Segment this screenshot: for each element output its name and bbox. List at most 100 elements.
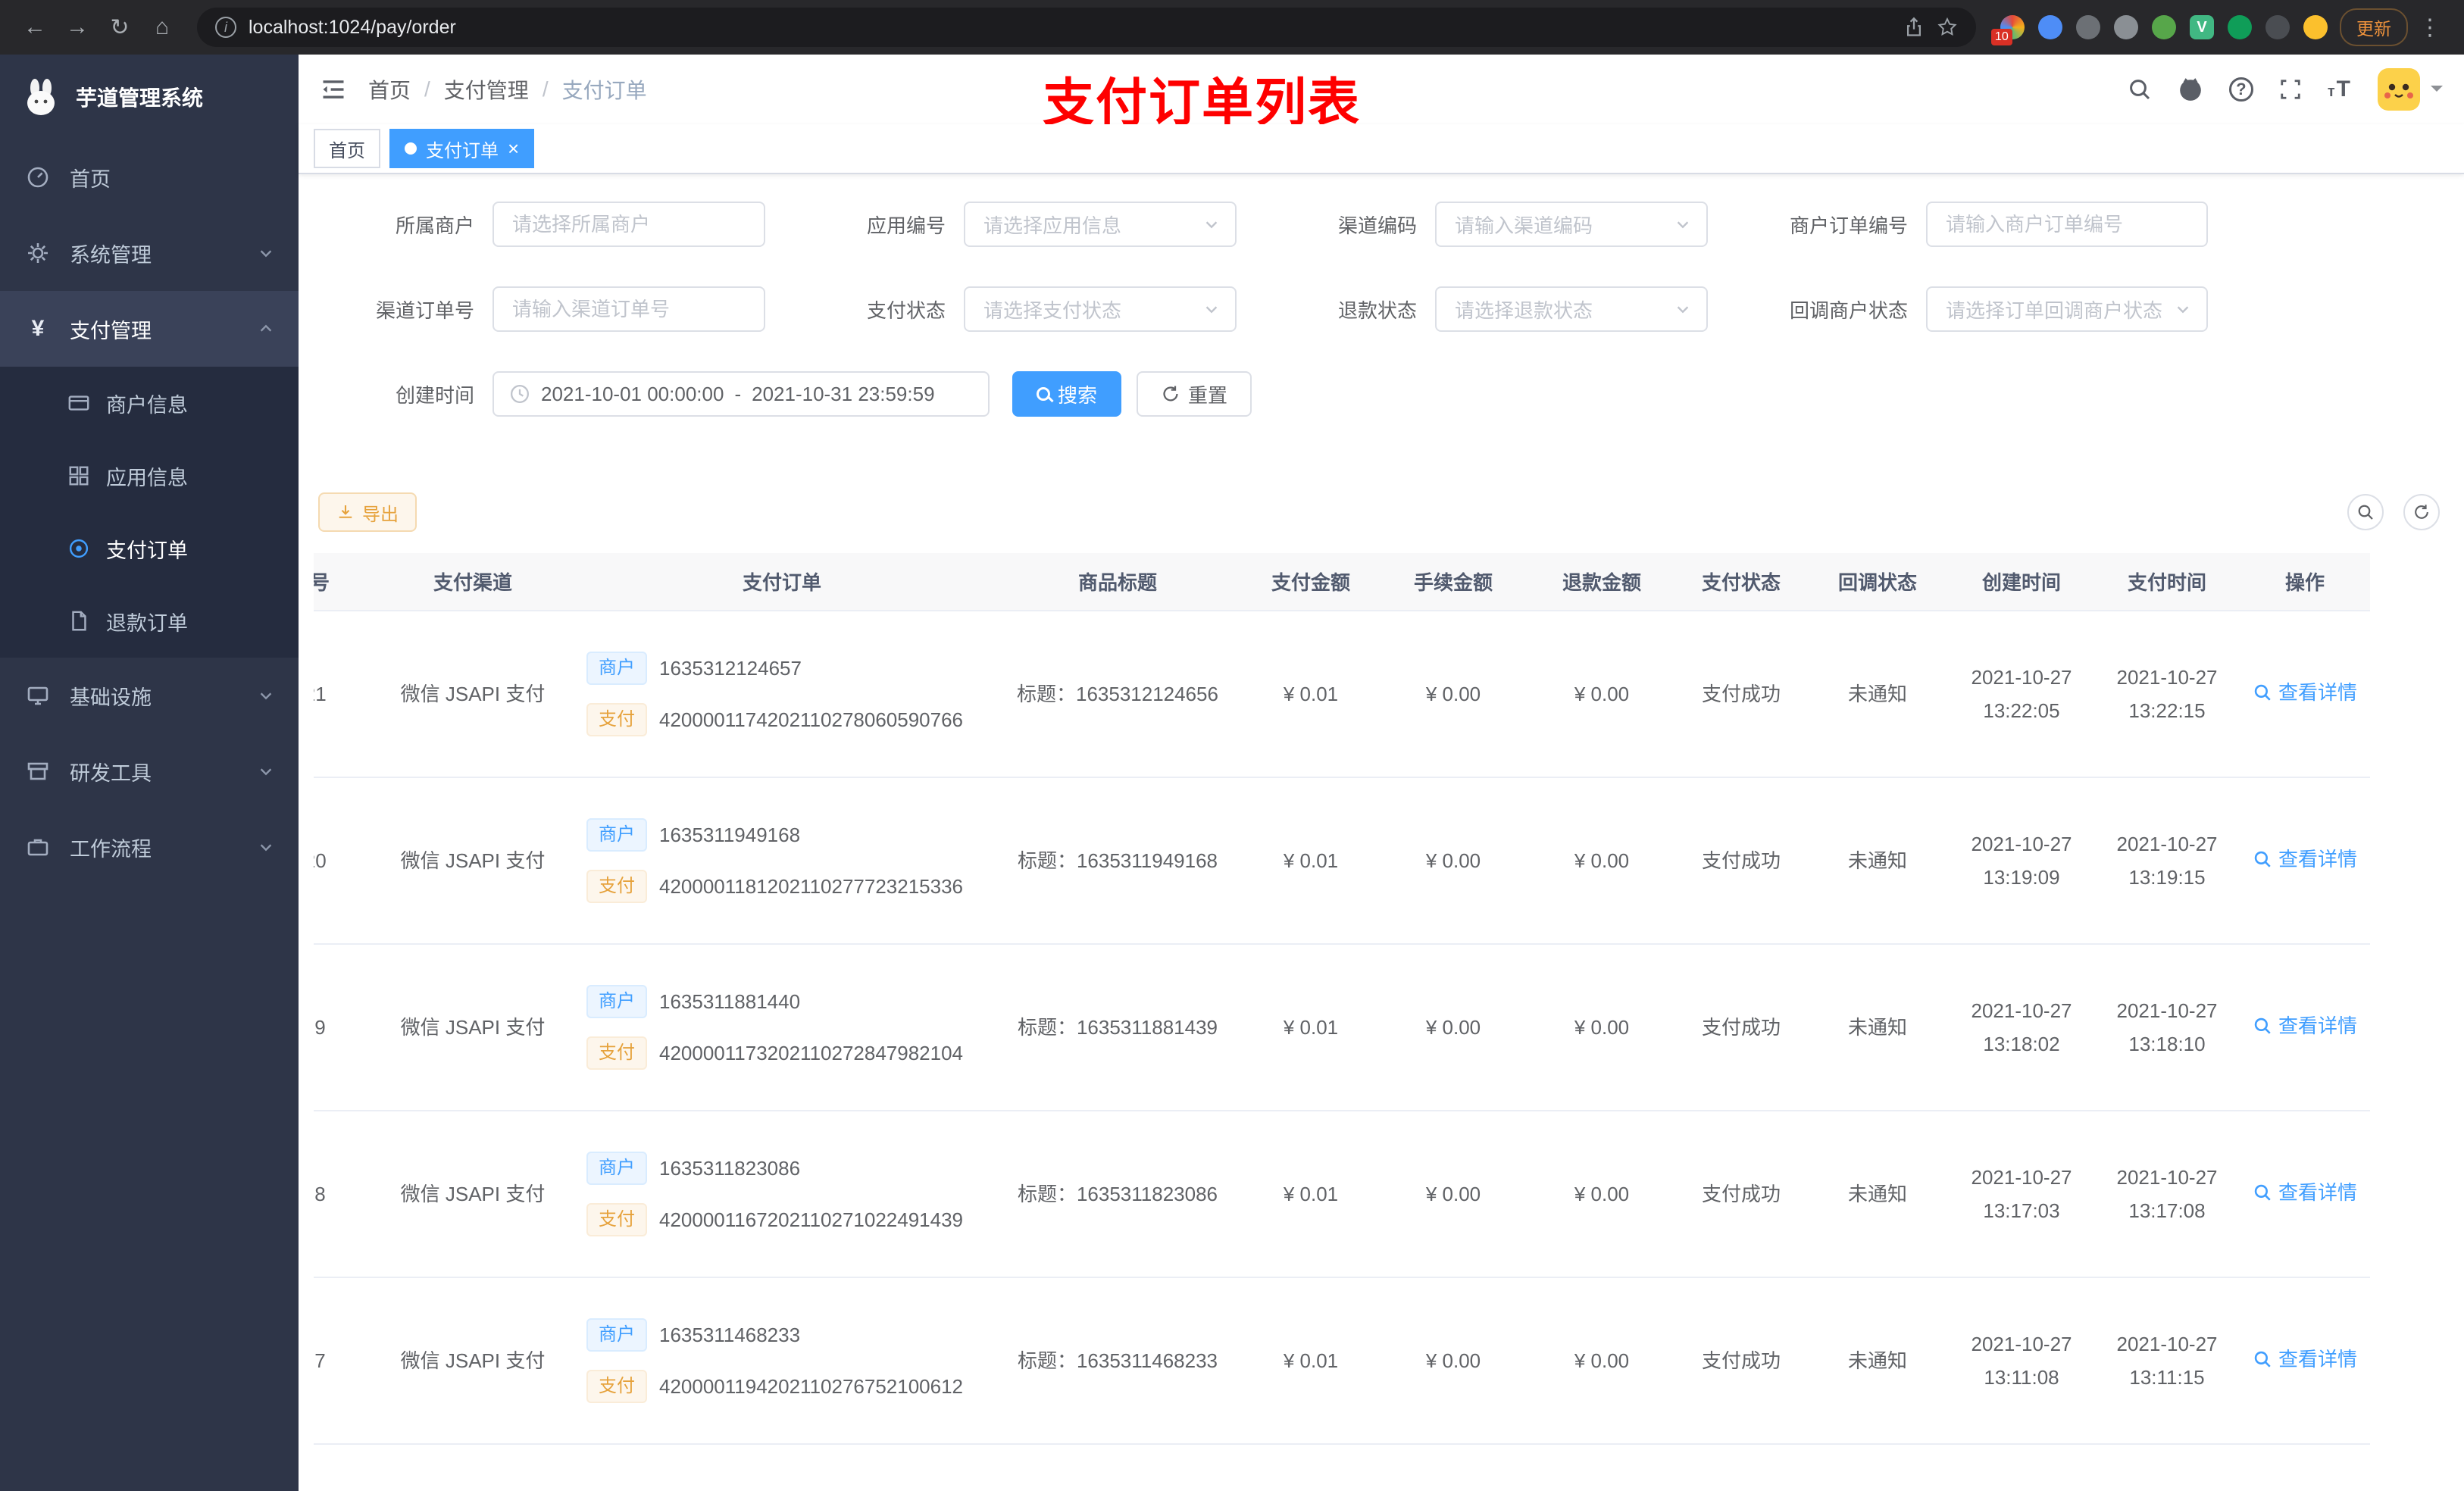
chevron-down-icon xyxy=(1674,301,1691,317)
pay-tag: 支付 xyxy=(586,1370,647,1403)
pay-status-select[interactable]: 请选择支付状态 xyxy=(964,286,1237,332)
sidebar-item-devtools[interactable]: 研发工具 xyxy=(0,733,299,809)
vue-devtools-icon[interactable]: V xyxy=(2190,15,2214,39)
notify-status-select[interactable]: 请选择订单回调商户状态 xyxy=(1926,286,2208,332)
sidebar-item-infrastructure[interactable]: 基础设施 xyxy=(0,658,299,733)
pay-channel: 微信 JSAPI 支付 xyxy=(374,1277,571,1445)
search-icon[interactable] xyxy=(2128,77,2152,102)
view-detail-link[interactable]: 查看详情 xyxy=(2253,1343,2357,1376)
refund-status-select[interactable]: 请选择退款状态 xyxy=(1435,286,1708,332)
column-header: 回调状态 xyxy=(1806,553,1949,611)
sidebar-item-home[interactable]: 首页 xyxy=(0,139,299,215)
filter-label: 创建时间 xyxy=(395,383,474,407)
browser-menu-icon[interactable]: ⋮ xyxy=(2411,14,2449,41)
filter-label: 回调商户状态 xyxy=(1789,299,1908,322)
app-logo: 芋道管理系统 xyxy=(0,55,299,139)
search-button[interactable]: 搜索 xyxy=(1012,371,1122,417)
channel-code-select[interactable]: 请输入渠道编码 xyxy=(1435,202,1708,247)
chevron-down-icon xyxy=(1203,216,1220,233)
sidebar-item-label: 研发工具 xyxy=(70,761,152,785)
browser-update-button[interactable]: 更新 xyxy=(2340,8,2408,46)
fee-amount: ¥ 0.00 xyxy=(1379,1111,1527,1278)
extension-icon[interactable] xyxy=(2228,15,2252,39)
hamburger-icon[interactable] xyxy=(320,76,347,103)
sidebar-item-system[interactable]: 系统管理 xyxy=(0,215,299,291)
filter-row-2: 渠道订单号 支付状态 请选择支付状态 退款状态 请选择退款状态 xyxy=(318,286,2464,332)
sidebar-item-label: 商户信息 xyxy=(106,393,188,417)
close-icon[interactable]: × xyxy=(508,139,519,158)
view-detail-link[interactable]: 查看详情 xyxy=(2253,676,2357,709)
column-header: 创建时间 xyxy=(1949,553,2094,611)
sidebar-item-label: 支付管理 xyxy=(70,319,152,342)
refresh-table-button[interactable] xyxy=(2403,494,2440,530)
forward-icon[interactable]: → xyxy=(58,8,97,47)
share-icon[interactable] xyxy=(1903,17,1925,38)
back-icon[interactable]: ← xyxy=(15,8,55,47)
breadcrumb-home[interactable]: 首页 xyxy=(368,74,411,105)
view-detail-link[interactable]: 查看详情 xyxy=(2253,1009,2357,1042)
user-avatar[interactable] xyxy=(2376,67,2443,112)
home-icon[interactable]: ⌂ xyxy=(142,8,182,47)
notify-status xyxy=(1806,1444,1949,1491)
chevron-down-icon xyxy=(258,687,274,704)
sidebar-item-pay-order[interactable]: 支付订单 xyxy=(0,512,299,585)
extension-icon[interactable] xyxy=(2152,15,2176,39)
channel-order-no-input[interactable] xyxy=(492,286,765,332)
monitor-icon xyxy=(24,683,52,708)
export-button[interactable]: 导出 xyxy=(318,492,417,532)
extension-icon[interactable] xyxy=(2076,15,2100,39)
font-size-icon[interactable]: тT xyxy=(2328,77,2350,102)
sidebar-item-label: 基础设施 xyxy=(70,686,152,709)
app-no-select[interactable]: 请选择应用信息 xyxy=(964,202,1237,247)
column-header: 编号 xyxy=(314,553,374,611)
main-area: 首页 / 支付管理 / 支付订单 支付订单列表 ? т T 首页 支付订单 × … xyxy=(299,55,2464,1491)
date-range-separator: - xyxy=(734,382,742,405)
help-icon[interactable]: ? xyxy=(2228,77,2253,102)
reset-button[interactable]: 重置 xyxy=(1137,371,1252,417)
extension-icon[interactable]: 10 xyxy=(1991,15,2025,45)
pay-channel: 微信 JSAPI 支付 xyxy=(374,1111,571,1278)
url-text[interactable]: localhost:1024/pay/order xyxy=(249,17,456,39)
sidebar-item-app-info[interactable]: 应用信息 xyxy=(0,439,299,512)
bookmark-star-icon[interactable] xyxy=(1937,17,1958,38)
table-row: 120微信 JSAPI 支付商户 1635311949168 支付 420000118… xyxy=(314,777,2370,945)
extension-icon[interactable] xyxy=(2038,15,2062,39)
goods-title: 标题：1635311823086 xyxy=(993,1111,1243,1278)
caret-down-icon xyxy=(2431,86,2443,98)
refund-amount: ¥ 0.00 xyxy=(1527,777,1676,945)
breadcrumb-pay-management[interactable]: 支付管理 xyxy=(444,74,529,105)
sidebar-item-refund-order[interactable]: 退款订单 xyxy=(0,585,299,658)
tab-home[interactable]: 首页 xyxy=(314,129,380,168)
filter-label: 所属商户 xyxy=(395,214,474,237)
merchant-filter-input[interactable] xyxy=(492,202,765,247)
github-icon[interactable] xyxy=(2178,77,2203,102)
tab-pay-order[interactable]: 支付订单 × xyxy=(389,129,535,168)
chevron-up-icon xyxy=(258,320,274,337)
channel-order-no: 4200001174202110278060590766 xyxy=(659,708,964,731)
pay-tag: 支付 xyxy=(586,1036,647,1070)
reload-icon[interactable]: ↻ xyxy=(100,8,139,47)
sidebar-item-workflow[interactable]: 工作流程 xyxy=(0,809,299,885)
pin-extension-icon[interactable] xyxy=(2265,15,2290,39)
create-time-range-picker[interactable]: 2021-10-01 00:00:00 - 2021-10-31 23:59:5… xyxy=(492,371,990,417)
download-icon xyxy=(339,505,352,518)
toggle-search-button[interactable] xyxy=(2347,494,2384,530)
extension-icon[interactable] xyxy=(2114,15,2138,39)
emoji-extension-icon[interactable] xyxy=(2303,15,2328,39)
column-header: 支付订单 xyxy=(571,553,993,611)
create-time xyxy=(1949,1444,2094,1491)
merchant-tag: 商户 xyxy=(586,652,647,685)
view-detail-link[interactable]: 查看详情 xyxy=(2253,842,2357,876)
actions-cell: 查看详情 xyxy=(2240,611,2370,778)
pay-status: 支付成功 xyxy=(1676,1111,1806,1278)
address-bar[interactable]: i localhost:1024/pay/order xyxy=(197,8,1976,47)
goods-title: 标题：1635312124656 xyxy=(993,611,1243,778)
browser-toolbar: ← → ↻ ⌂ i localhost:1024/pay/order 10 V xyxy=(0,0,2464,55)
fullscreen-icon[interactable] xyxy=(2279,78,2302,101)
view-detail-link[interactable]: 查看详情 xyxy=(2253,1176,2357,1209)
sidebar-item-merchant-info[interactable]: 商户信息 xyxy=(0,367,299,439)
order-id: 120 xyxy=(314,777,374,945)
info-icon[interactable]: i xyxy=(215,17,236,38)
merchant-order-no-input[interactable] xyxy=(1926,202,2208,247)
sidebar-item-payment[interactable]: ¥ 支付管理 xyxy=(0,291,299,367)
